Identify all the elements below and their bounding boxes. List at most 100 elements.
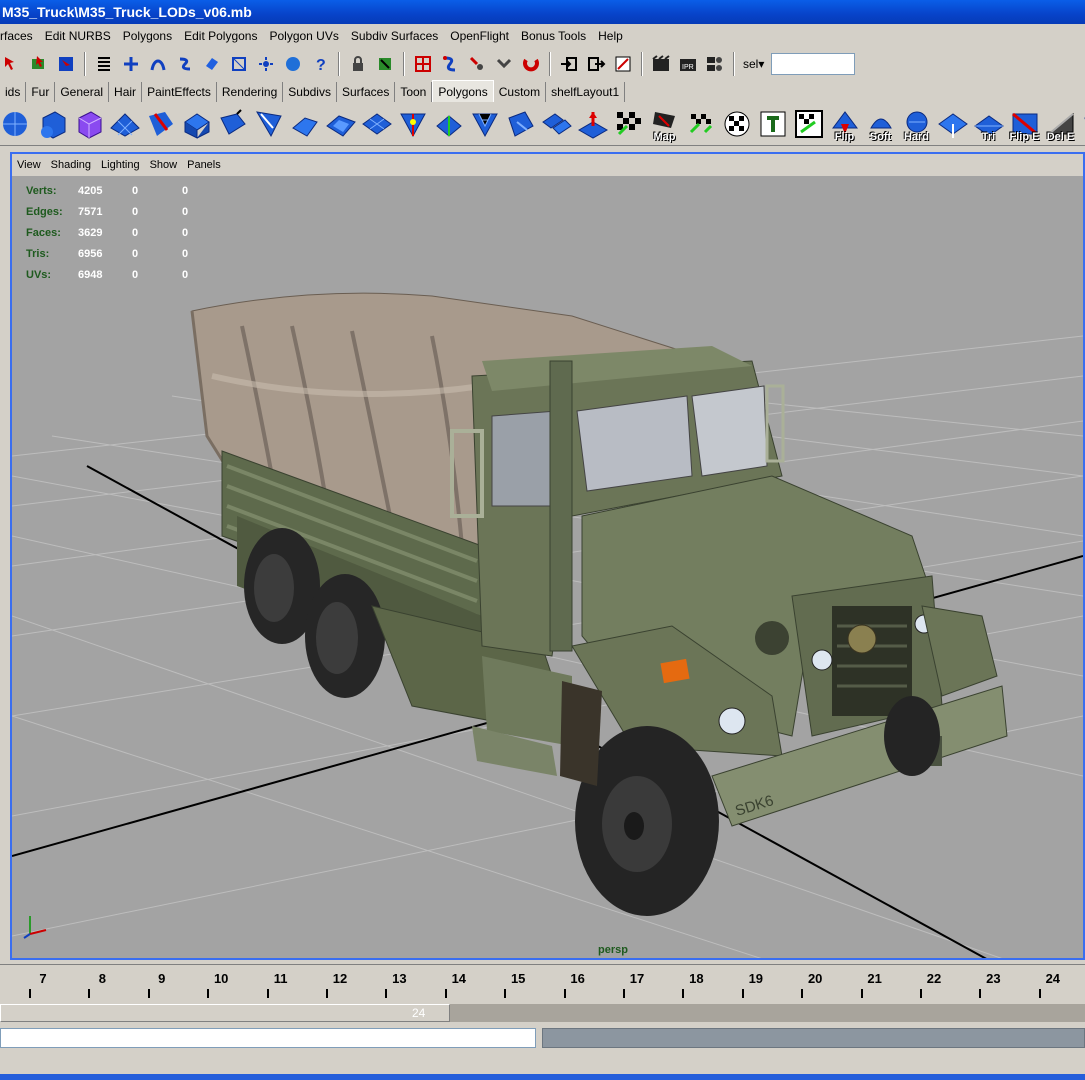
make-live-icon[interactable] [227,52,251,76]
snap-together-icon[interactable] [411,52,435,76]
append-poly-icon[interactable] [360,105,393,143]
subdivide-icon[interactable] [468,105,501,143]
time-tick-label: 23 [986,971,1001,986]
help-icon[interactable]: ? [308,52,332,76]
history-icon[interactable] [254,52,278,76]
magnet-curve-icon[interactable] [438,52,462,76]
duplicate-face-icon[interactable] [540,105,573,143]
reverse-normals-icon[interactable] [936,105,969,143]
render-frame-icon[interactable] [649,52,673,76]
collapse-edge-icon[interactable] [432,105,465,143]
tab-toon[interactable]: Toon [395,82,433,102]
menu-polygons[interactable]: Polygons [117,24,178,48]
panel-menu-panels[interactable]: Panels [182,159,226,171]
tab-ids[interactable]: ids [0,82,27,102]
poly-sphere-icon[interactable] [0,105,33,143]
spherical-map-icon[interactable] [720,105,753,143]
checker-uv-icon[interactable] [612,105,645,143]
uv-editor-icon[interactable] [792,105,825,143]
flip-uv-icon[interactable]: Flip [828,105,861,143]
flip-edge-icon[interactable]: Flip E [1008,105,1041,143]
menu-subdiv-surfaces[interactable]: Subdiv Surfaces [345,24,444,48]
tab-hair[interactable]: Hair [109,82,143,102]
tab-rendering[interactable]: Rendering [217,82,284,102]
poly-normals-icon[interactable] [1080,105,1085,143]
tab-custom[interactable]: Custom [494,82,547,102]
truck-mud-flap [560,681,602,786]
extrude-face-icon[interactable] [180,105,213,143]
panel-menu-shading[interactable]: Shading [46,159,96,171]
menu-bonus-tools[interactable]: Bonus Tools [515,24,592,48]
extrude-edge-icon[interactable] [216,105,249,143]
planar-map-icon[interactable]: Map [648,105,681,143]
quick-select-input[interactable] [771,53,856,75]
tab-shelflayout1[interactable]: shelfLayout1 [546,82,626,102]
bevel-icon[interactable] [324,105,357,143]
soften-edge-icon[interactable]: Soft [864,105,897,143]
poly-plane-icon[interactable] [108,105,141,143]
snap-point-icon[interactable] [173,52,197,76]
cylindrical-map-icon[interactable] [684,105,717,143]
poly-cube-wire-icon[interactable] [72,105,105,143]
select-object-icon[interactable] [27,52,51,76]
merge-vertex-icon[interactable] [396,105,429,143]
tab-surfaces[interactable]: Surfaces [337,82,396,102]
range-slider-bar[interactable] [0,1004,450,1022]
menu-edit-polygons[interactable]: Edit Polygons [178,24,263,48]
mask-menu-icon[interactable] [92,52,116,76]
input-ops-icon[interactable] [373,52,397,76]
menu-openflight[interactable]: OpenFlight [444,24,515,48]
3d-viewport[interactable]: XPO762 SDK6 [12,176,1083,958]
snap-point-red-icon[interactable] [465,52,489,76]
render-sphere-icon[interactable] [281,52,305,76]
tab-polygons[interactable]: Polygons [432,80,494,102]
time-slider[interactable]: 7 8 9 10 11 12 13 14 15 16 17 18 19 20 21 22 23 24 [0,964,1085,1000]
tab-general[interactable]: General [55,82,110,102]
select-poly-red-icon[interactable] [144,105,177,143]
snap-curve-icon[interactable] [146,52,170,76]
automatic-map-icon[interactable] [756,105,789,143]
harden-edge-icon[interactable]: Hard [900,105,933,143]
tab-subdivs[interactable]: Subdivs [283,82,337,102]
range-slider[interactable]: 24 [0,1000,1085,1026]
tab-painteffects[interactable]: PaintEffects [142,82,217,102]
os-taskbar [0,1074,1085,1080]
flip-label: Flip [834,130,855,143]
snap-view-plane-icon[interactable] [200,52,224,76]
ipr-render-icon[interactable]: IPR [676,52,700,76]
triangulate-icon[interactable]: Tri [972,105,1005,143]
menu-surfaces[interactable]: rfaces [0,24,39,48]
selection-mode-label[interactable]: sel▾ [743,57,764,71]
hud-value: 0 [182,205,189,218]
panel-menu-lighting[interactable]: Lighting [96,159,145,171]
split-poly-icon[interactable] [252,105,285,143]
poke-face-icon[interactable] [504,105,537,143]
input-connection-icon[interactable] [557,52,581,76]
select-component-icon[interactable] [54,52,78,76]
magnet-icon[interactable] [492,52,516,76]
menu-edit-nurbs[interactable]: Edit NURBS [39,24,117,48]
select-hierarchy-icon[interactable] [0,52,24,76]
lock-icon[interactable] [346,52,370,76]
snap-grid-icon[interactable] [119,52,143,76]
menu-polygon-uvs[interactable]: Polygon UVs [263,24,344,48]
wedge-face-icon[interactable] [288,105,321,143]
construction-history-icon[interactable] [611,52,635,76]
time-tick-label: 17 [629,971,645,986]
perspective-viewport-panel: View Shading Lighting Show Panels SDK6 V… [10,152,1085,960]
poly-cube-icon[interactable] [36,105,69,143]
mel-command-input[interactable] [0,1028,536,1048]
tab-fur[interactable]: Fur [26,82,56,102]
cut-faces-icon[interactable] [576,105,609,143]
delete-edge-icon[interactable]: Del E [1044,105,1077,143]
time-tick-label: 15 [510,971,526,986]
panel-menu-view[interactable]: View [12,159,46,171]
poly-count-hud: Verts: 4205 0 0 Edges: 7571 0 0 Faces: 3… [26,180,222,285]
horseshoe-magnet-icon[interactable] [519,52,543,76]
render-settings-icon[interactable] [703,52,727,76]
time-tick-mark [801,989,804,998]
hud-value: 4205 [78,184,103,197]
output-connection-icon[interactable] [584,52,608,76]
panel-menu-show[interactable]: Show [145,159,183,171]
menu-help[interactable]: Help [592,24,629,48]
